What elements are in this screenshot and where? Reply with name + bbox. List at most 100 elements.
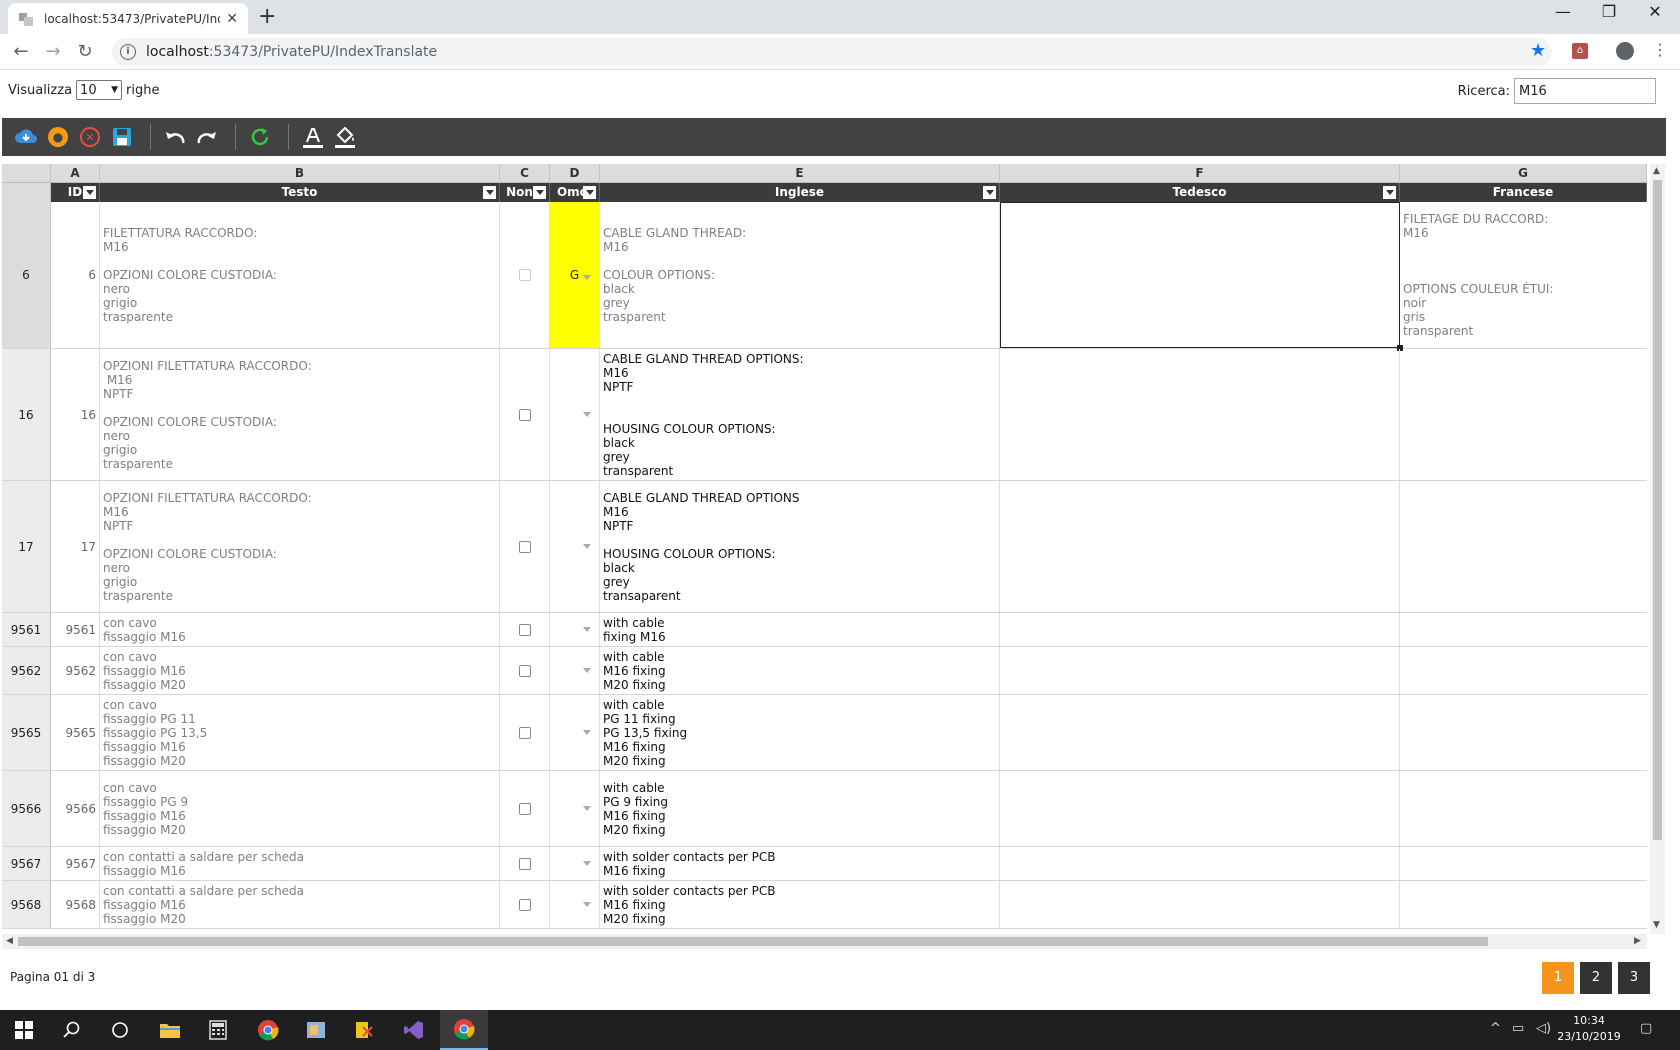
- column-letter-d[interactable]: D: [550, 164, 600, 183]
- start-button[interactable]: [0, 1010, 48, 1050]
- tedesco-cell[interactable]: [1000, 695, 1400, 770]
- calculator-button[interactable]: [194, 1010, 242, 1050]
- tedesco-cell[interactable]: [1000, 847, 1400, 880]
- column-header[interactable]: Non t: [500, 183, 550, 202]
- row-number[interactable]: 17: [2, 481, 51, 612]
- tedesco-cell[interactable]: [1000, 771, 1400, 846]
- notifications-icon[interactable]: ▢: [1640, 1021, 1652, 1036]
- id-cell[interactable]: 6: [51, 202, 100, 348]
- tedesco-cell[interactable]: [1000, 881, 1400, 928]
- page-button-1[interactable]: 1: [1542, 962, 1574, 994]
- testo-cell[interactable]: con contatti a saldare per scheda fissag…: [100, 881, 500, 928]
- cloud-download-button[interactable]: [12, 123, 40, 151]
- restore-icon[interactable]: ❐: [1586, 2, 1632, 21]
- non-tradurre-checkbox[interactable]: [518, 802, 531, 815]
- inglese-cell[interactable]: with cable fixing M16: [600, 613, 1000, 646]
- francese-cell[interactable]: [1400, 847, 1647, 880]
- scroll-right-icon[interactable]: ▶: [1634, 936, 1641, 946]
- testo-cell[interactable]: con cavo fissaggio M16: [100, 613, 500, 646]
- dropdown-arrow-icon[interactable]: [583, 806, 591, 811]
- forward-icon[interactable]: →: [42, 41, 64, 62]
- omol-cell[interactable]: [550, 881, 600, 928]
- row-number[interactable]: 9568: [2, 881, 51, 928]
- filter-dropdown-icon[interactable]: [983, 186, 996, 199]
- search-input[interactable]: M16: [1514, 78, 1656, 104]
- row-number[interactable]: 9561: [2, 613, 51, 646]
- omol-cell[interactable]: G: [550, 202, 600, 348]
- column-header[interactable]: Omol: [550, 183, 600, 202]
- chrome-taskbar-button[interactable]: [244, 1010, 292, 1050]
- inglese-cell[interactable]: CABLE GLAND THREAD OPTIONS: M16 NPTF HOU…: [600, 349, 1000, 480]
- horizontal-scrollbar[interactable]: ◀ ▶: [2, 934, 1647, 949]
- tedesco-cell[interactable]: [1000, 481, 1400, 612]
- francese-cell[interactable]: [1400, 647, 1647, 694]
- testo-cell[interactable]: con contatti a saldare per scheda fissag…: [100, 847, 500, 880]
- non-tradurre-checkbox[interactable]: [518, 898, 531, 911]
- id-cell[interactable]: 9561: [51, 613, 100, 646]
- cancel-button[interactable]: ✕: [76, 123, 104, 151]
- filter-dropdown-icon[interactable]: [1383, 186, 1396, 199]
- dropdown-arrow-icon[interactable]: [583, 861, 591, 866]
- row-number[interactable]: 9566: [2, 771, 51, 846]
- omol-cell[interactable]: [550, 771, 600, 846]
- francese-cell[interactable]: [1400, 881, 1647, 928]
- row-number[interactable]: 9565: [2, 695, 51, 770]
- column-letter-c[interactable]: C: [500, 164, 550, 183]
- menu-kebab-icon[interactable]: ⋮: [1652, 40, 1668, 59]
- network-icon[interactable]: ▭: [1512, 1021, 1524, 1036]
- testo-cell[interactable]: con cavo fissaggio M16 fissaggio M20: [100, 647, 500, 694]
- francese-cell[interactable]: FILETAGE DU RACCORD: M16 OPTIONS COULEUR…: [1400, 202, 1647, 348]
- refresh-button[interactable]: [246, 123, 274, 151]
- francese-cell[interactable]: [1400, 481, 1647, 612]
- omol-cell[interactable]: [550, 349, 600, 480]
- non-tradurre-checkbox[interactable]: [518, 664, 531, 677]
- redo-button[interactable]: [193, 123, 221, 151]
- site-info-icon[interactable]: i: [120, 44, 136, 60]
- rows-per-page-select[interactable]: 10 ▼: [76, 80, 123, 100]
- row-number[interactable]: 16: [2, 349, 51, 480]
- dropdown-arrow-icon[interactable]: [583, 544, 591, 549]
- filter-dropdown-icon[interactable]: [583, 186, 596, 199]
- filter-dropdown-icon[interactable]: [483, 186, 496, 199]
- inglese-cell[interactable]: with solder contacts per PCB M16 fixing …: [600, 881, 1000, 928]
- scroll-up-icon[interactable]: ▲: [1653, 166, 1660, 176]
- vertical-scrollbar[interactable]: ▲ ▼: [1650, 164, 1665, 934]
- file-explorer-button[interactable]: [146, 1010, 194, 1050]
- tedesco-cell[interactable]: [1000, 613, 1400, 646]
- omol-cell[interactable]: [550, 647, 600, 694]
- testo-cell[interactable]: FILETTATURA RACCORDO: M16 OPZIONI COLORE…: [100, 202, 500, 348]
- row-number[interactable]: 6: [2, 202, 51, 348]
- inglese-cell[interactable]: with cable PG 11 fixing PG 13,5 fixing M…: [600, 695, 1000, 770]
- non-tradurre-checkbox[interactable]: [518, 726, 531, 739]
- non-tradurre-checkbox[interactable]: [518, 269, 531, 281]
- filter-dropdown-icon[interactable]: [533, 186, 546, 199]
- francese-cell[interactable]: [1400, 771, 1647, 846]
- vertical-scroll-thumb[interactable]: [1653, 180, 1662, 840]
- minimize-icon[interactable]: —: [1540, 2, 1586, 21]
- column-header[interactable]: ID: [51, 183, 100, 202]
- francese-cell[interactable]: [1400, 349, 1647, 480]
- dropdown-arrow-icon[interactable]: [583, 412, 591, 417]
- scroll-left-icon[interactable]: ◀: [6, 936, 13, 946]
- bookmark-star-icon[interactable]: ★: [1530, 40, 1546, 61]
- column-letter-e[interactable]: E: [600, 164, 1000, 183]
- dropdown-arrow-icon[interactable]: [583, 902, 591, 907]
- dropdown-arrow-icon[interactable]: [583, 275, 591, 280]
- task-view-button[interactable]: [96, 1010, 144, 1050]
- dropdown-arrow-icon[interactable]: [583, 627, 591, 632]
- id-cell[interactable]: 17: [51, 481, 100, 612]
- omol-cell[interactable]: [550, 613, 600, 646]
- column-letter-b[interactable]: B: [100, 164, 500, 183]
- profile-avatar-icon[interactable]: [1616, 42, 1634, 60]
- undo-button[interactable]: [161, 123, 189, 151]
- close-window-icon[interactable]: ✕: [1632, 2, 1678, 21]
- filter-dropdown-icon[interactable]: [83, 186, 96, 199]
- column-header[interactable]: Francese: [1400, 183, 1647, 202]
- row-number[interactable]: 9567: [2, 847, 51, 880]
- non-tradurre-checkbox[interactable]: [518, 540, 531, 553]
- testo-cell[interactable]: con cavo fissaggio PG 9 fissaggio M16 fi…: [100, 771, 500, 846]
- inglese-cell[interactable]: with cable M16 fixing M20 fixing: [600, 647, 1000, 694]
- non-tradurre-checkbox[interactable]: [518, 857, 531, 870]
- close-tab-icon[interactable]: ✕: [226, 11, 238, 27]
- non-tradurre-checkbox[interactable]: [518, 623, 531, 636]
